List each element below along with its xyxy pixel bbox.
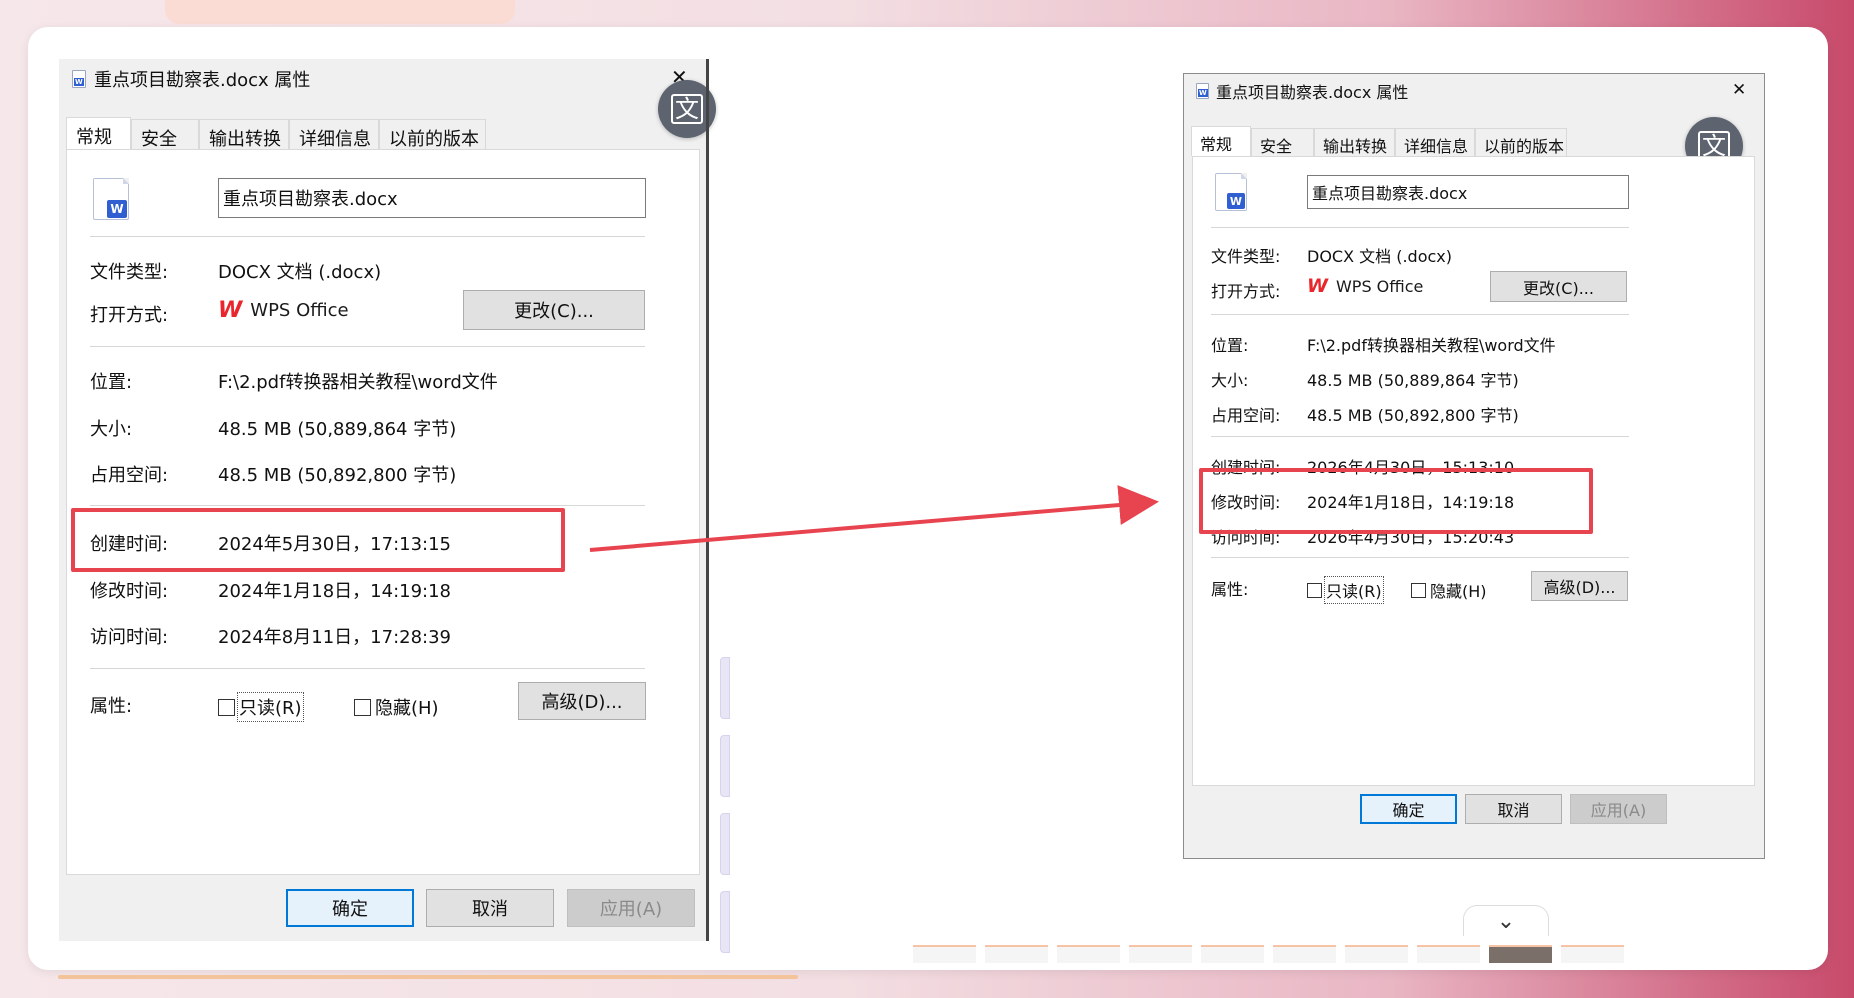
thumbnail-strip — [913, 945, 1828, 969]
thumbnail[interactable] — [1561, 945, 1624, 963]
thumbnail[interactable] — [1129, 945, 1192, 963]
thumbnail[interactable] — [1489, 945, 1552, 963]
thumbnail[interactable] — [1201, 945, 1264, 963]
image-viewer-canvas: 重点项目勘察表.docx 属性 ✕ 文 常规 安全 输出转换 详细信息 以前的版… — [28, 27, 1828, 970]
arrow-icon — [589, 485, 1159, 552]
thumbnail[interactable] — [1273, 945, 1336, 963]
thumbnail[interactable] — [1345, 945, 1408, 963]
thumbnail[interactable] — [1417, 945, 1480, 963]
thumbnail[interactable] — [985, 945, 1048, 963]
thumbnail[interactable] — [1057, 945, 1120, 963]
thumbnail[interactable] — [913, 945, 976, 963]
progress-bar — [58, 975, 798, 979]
background-blob — [165, 0, 515, 24]
chevron-down-icon[interactable]: ⌄ — [1463, 905, 1549, 936]
